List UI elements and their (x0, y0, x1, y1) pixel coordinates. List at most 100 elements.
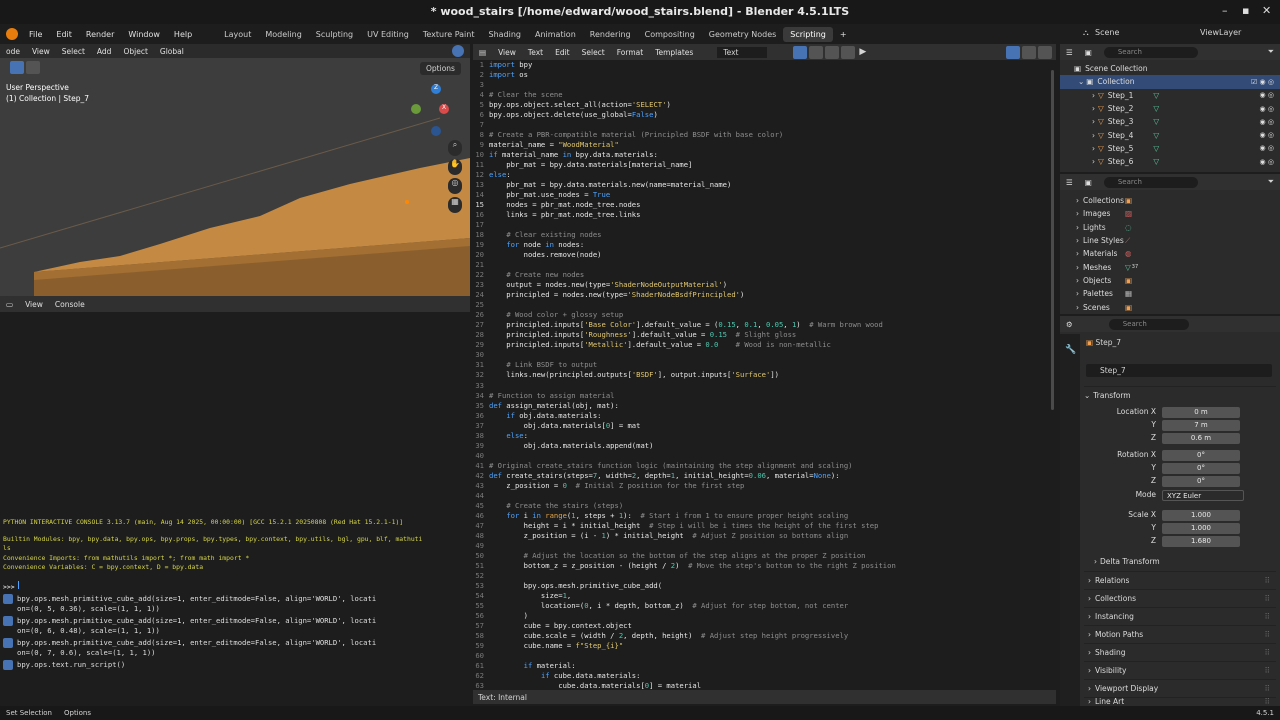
add-workspace-icon[interactable]: + (833, 30, 854, 39)
code-text[interactable]: pbr_mat.use_nodes = True (489, 190, 610, 200)
new-text-icon[interactable] (809, 45, 824, 59)
location-y-field[interactable]: 7 m (1162, 420, 1240, 431)
blender-logo-icon[interactable] (6, 28, 18, 40)
code-text[interactable]: # Adjust the location so the bottom of t… (489, 551, 866, 561)
code-line[interactable]: 4 # Clear the scene (473, 90, 1056, 100)
3d-viewport[interactable]: ode View Select Add Object Global Option… (0, 44, 470, 296)
code-line[interactable]: 34 # Function to assign material (473, 391, 1056, 401)
orientation-select[interactable]: Global (154, 47, 190, 56)
code-text[interactable]: principled = nodes.new(type='ShaderNodeB… (489, 290, 744, 300)
viewport-menu-add[interactable]: Add (91, 47, 118, 56)
info-log-item[interactable]: bpy.ops.mesh.primitive_cube_add(size=1, … (3, 594, 465, 614)
console-menu-console[interactable]: Console (49, 300, 91, 309)
code-line[interactable]: 38 else: (473, 431, 1056, 441)
python-console[interactable]: ▭ View Console PYTHON INTERACTIVE CONSOL… (0, 296, 470, 706)
code-line[interactable]: 33 (473, 381, 1056, 391)
code-line[interactable]: 24 principled = nodes.new(type='ShaderNo… (473, 290, 1056, 300)
code-text[interactable]: def assign_material(obj, mat): (489, 401, 619, 411)
code-text[interactable]: # Create new nodes (489, 270, 584, 280)
section-motion-paths[interactable]: › Motion Paths ⠿ (1084, 625, 1276, 643)
outliner[interactable]: ☰ ▣ Search ⏷ ▣ Scene Collection ⌄ ▣ Collect… (1060, 44, 1280, 172)
code-line[interactable]: 7 (473, 120, 1056, 130)
code-line[interactable]: 6 bpy.ops.object.delete(use_global=False) (473, 110, 1056, 120)
delta-transform-header[interactable]: › Delta Transform (1094, 552, 1274, 570)
code-text[interactable]: else: (489, 431, 528, 441)
blendfile-mode-icon[interactable]: ▣ (1079, 178, 1098, 187)
code-text[interactable]: # Link BSDF to output (489, 360, 597, 370)
pan-hand-icon[interactable]: ✋ (448, 159, 462, 175)
code-text[interactable]: ) (489, 611, 528, 621)
code-line[interactable]: 16 links = pbr_mat.node_tree.links (473, 210, 1056, 220)
code-line[interactable]: 11 pbr_mat = bpy.data.materials[material… (473, 160, 1056, 170)
code-text[interactable]: material_name = "WoodMaterial" (489, 140, 619, 150)
section-instancing[interactable]: › Instancing ⠿ (1084, 607, 1276, 625)
gizmo-neg-z-icon[interactable] (431, 126, 441, 136)
code-text[interactable]: # Wood color + glossy setup (489, 310, 623, 320)
code-line[interactable]: 30 (473, 350, 1056, 360)
location-x-field[interactable]: 0 m (1162, 407, 1240, 418)
code-line[interactable]: 10 if material_name in bpy.data.materials… (473, 150, 1056, 160)
tool-tab-icon[interactable]: 🔧 (1065, 340, 1076, 360)
code-line[interactable]: 51 bottom_z = z_position - (height / 2) … (473, 561, 1056, 571)
minimize-button[interactable]: – (1222, 4, 1228, 17)
section-line-art[interactable]: › Line Art ⠿ (1084, 697, 1276, 705)
object-name-field[interactable]: Step_7 (1086, 364, 1272, 377)
rotation-mode-select[interactable]: XYZ Euler (1162, 490, 1244, 501)
outliner-item-step_5[interactable]: › ▽ Step_5 ▽ ◉ ◎ (1074, 142, 1280, 155)
code-text[interactable]: # Create a PBR-compatible material (Prin… (489, 130, 783, 140)
code-line[interactable]: 47 height = i * initial_height # Step i … (473, 521, 1056, 531)
code-text[interactable]: pbr_mat = bpy.data.materials[material_na… (489, 160, 692, 170)
code-line[interactable]: 37 obj.data.materials[0] = mat (473, 421, 1056, 431)
code-text[interactable]: nodes = pbr_mat.node_tree.nodes (489, 200, 640, 210)
code-text[interactable]: obj.data.materials.append(mat) (489, 441, 654, 451)
scene-collection-row[interactable]: ▣ Scene Collection (1074, 62, 1280, 75)
text-menu-format[interactable]: Format (611, 48, 649, 57)
code-line[interactable]: 2 import os (473, 70, 1056, 80)
line-numbers-icon[interactable] (1006, 45, 1020, 59)
scale-z-field[interactable]: 1.680 (1162, 536, 1240, 547)
code-text[interactable]: cube.name = f"Step_{i}" (489, 641, 624, 651)
code-line[interactable]: 1 import bpy (473, 60, 1056, 70)
code-line[interactable]: 13 pbr_mat = bpy.data.materials.new(name… (473, 180, 1056, 190)
outliner-type-icon[interactable]: ☰ (1060, 48, 1079, 57)
datablock-scenes[interactable]: › Scenes ▣ (1076, 300, 1280, 313)
run-script-icon[interactable]: ▶ (859, 47, 866, 57)
code-line[interactable]: 29 principled.inputs['Metallic'].default… (473, 340, 1056, 350)
code-text[interactable]: # Function to assign material (489, 391, 615, 401)
code-line[interactable]: 46 for i in range(1, steps + 1): # Start… (473, 511, 1056, 521)
viewport-mode[interactable]: ode (0, 47, 26, 56)
gizmo-z-icon[interactable]: Z (431, 84, 441, 94)
location-z-field[interactable]: 0.6 m (1162, 433, 1240, 444)
viewport-menu-view[interactable]: View (26, 47, 56, 56)
code-line[interactable]: 21 (473, 260, 1056, 270)
code-text[interactable]: nodes.remove(node) (489, 250, 602, 260)
code-line[interactable]: 52 (473, 571, 1056, 581)
tab-shading[interactable]: Shading (481, 27, 528, 42)
code-text[interactable]: # Create the stairs (steps) (489, 501, 623, 511)
text-datablock-name[interactable]: Text (717, 46, 768, 58)
tab-rendering[interactable]: Rendering (583, 27, 638, 42)
code-text[interactable]: links = pbr_mat.node_tree.links (489, 210, 640, 220)
scene-name[interactable]: Scene (1095, 28, 1119, 37)
display-mode-icon[interactable]: ▣ (1079, 48, 1098, 57)
tab-texture-paint[interactable]: Texture Paint (416, 27, 482, 42)
code-line[interactable]: 42 def create_stairs(steps=7, width=2, de… (473, 471, 1056, 481)
datablock-line-styles[interactable]: › Line Styles ⟋ (1076, 234, 1280, 247)
code-line[interactable]: 59 cube.name = f"Step_{i}" (473, 641, 1056, 651)
code-line[interactable]: 14 pbr_mat.use_nodes = True (473, 190, 1056, 200)
properties-type-icon[interactable]: ⚙ (1060, 320, 1079, 329)
outliner-item-step_3[interactable]: › ▽ Step_3 ▽ ◉ ◎ (1074, 115, 1280, 128)
code-text[interactable]: bottom_z = z_position - (height / 2) # M… (489, 561, 896, 571)
datablock-collections[interactable]: › Collections ▣ (1076, 194, 1280, 207)
word-wrap-icon[interactable] (1022, 45, 1036, 59)
collection-row[interactable]: ⌄ ▣ Collection ☑ ◉ ◎ (1060, 75, 1280, 89)
unlink-text-icon[interactable] (841, 45, 856, 59)
menu-help[interactable]: Help (167, 30, 199, 39)
code-text[interactable]: def create_stairs(steps=7, width=2, dept… (489, 471, 840, 481)
code-line[interactable]: 5 bpy.ops.object.select_all(action='SELEC… (473, 100, 1056, 110)
section-visibility[interactable]: › Visibility ⠿ (1084, 661, 1276, 679)
outliner-item-step_2[interactable]: › ▽ Step_2 ▽ ◉ ◎ (1074, 102, 1280, 115)
properties-search[interactable]: Search (1108, 318, 1189, 330)
code-text[interactable]: for i in range(1, steps + 1): # Start i … (489, 511, 848, 521)
code-line[interactable]: 27 principled.inputs['Base Color'].defau… (473, 320, 1056, 330)
